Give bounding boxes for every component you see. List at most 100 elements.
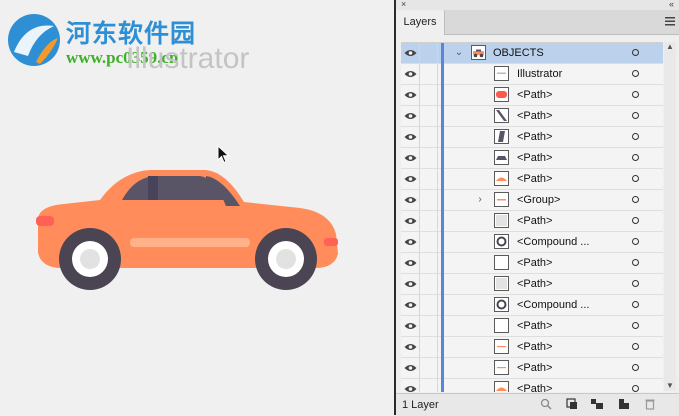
target-circle-icon[interactable] xyxy=(632,238,639,245)
target-circle-icon[interactable] xyxy=(632,322,639,329)
layer-row[interactable]: <Path> xyxy=(401,106,663,127)
layer-label[interactable]: <Path> xyxy=(517,89,552,101)
layer-label[interactable]: <Path> xyxy=(517,131,552,143)
layer-label[interactable]: <Path> xyxy=(517,362,552,374)
visibility-eye-icon[interactable] xyxy=(404,153,417,163)
layer-row[interactable]: <Path> xyxy=(401,148,663,169)
lock-column[interactable] xyxy=(437,358,438,379)
visibility-eye-icon[interactable] xyxy=(404,363,417,373)
target-circle-icon[interactable] xyxy=(632,364,639,371)
layer-label[interactable]: <Path> xyxy=(517,110,552,122)
visibility-eye-icon[interactable] xyxy=(404,321,417,331)
tab-layers[interactable]: Layers xyxy=(396,10,445,35)
layer-label[interactable]: <Path> xyxy=(517,278,552,290)
scroll-up-icon[interactable]: ▲ xyxy=(664,42,676,52)
layer-row[interactable]: <Path> xyxy=(401,274,663,295)
car-illustration[interactable] xyxy=(30,160,350,295)
target-circle-icon[interactable] xyxy=(632,49,639,56)
layer-row[interactable]: <Path> xyxy=(401,127,663,148)
visibility-eye-icon[interactable] xyxy=(404,195,417,205)
layer-row[interactable]: <Path> xyxy=(401,316,663,337)
lock-column[interactable] xyxy=(437,274,438,295)
layer-label[interactable]: OBJECTS xyxy=(493,47,544,59)
target-circle-icon[interactable] xyxy=(632,217,639,224)
visibility-eye-icon[interactable] xyxy=(404,174,417,184)
layer-label[interactable]: <Path> xyxy=(517,320,552,332)
visibility-eye-icon[interactable] xyxy=(404,279,417,289)
visibility-eye-icon[interactable] xyxy=(404,237,417,247)
layer-label[interactable]: <Path> xyxy=(517,173,552,185)
collapse-panel-icon[interactable]: « xyxy=(669,0,674,9)
lock-column[interactable] xyxy=(437,211,438,232)
target-circle-icon[interactable] xyxy=(632,196,639,203)
target-circle-icon[interactable] xyxy=(632,112,639,119)
expand-chevron-icon[interactable]: ⌄ xyxy=(454,47,464,58)
lock-column[interactable] xyxy=(437,295,438,316)
panel-menu-icon[interactable] xyxy=(665,16,675,26)
expand-chevron-icon[interactable]: › xyxy=(475,194,485,205)
lock-column[interactable] xyxy=(437,106,438,127)
layer-row[interactable]: <Path> xyxy=(401,211,663,232)
target-circle-icon[interactable] xyxy=(632,301,639,308)
target-circle-icon[interactable] xyxy=(632,259,639,266)
layer-row[interactable]: <Path> xyxy=(401,85,663,106)
layers-scrollbar[interactable]: ▲ ▼ xyxy=(664,42,676,391)
target-circle-icon[interactable] xyxy=(632,70,639,77)
layer-row[interactable]: <Path> xyxy=(401,337,663,358)
lock-column[interactable] xyxy=(437,127,438,148)
lock-column[interactable] xyxy=(437,253,438,274)
visibility-eye-icon[interactable] xyxy=(404,384,417,392)
visibility-eye-icon[interactable] xyxy=(404,132,417,142)
lock-column[interactable] xyxy=(437,64,438,85)
layer-row[interactable]: <Path> xyxy=(401,253,663,274)
visibility-eye-icon[interactable] xyxy=(404,300,417,310)
visibility-eye-icon[interactable] xyxy=(404,69,417,79)
lock-column[interactable] xyxy=(437,85,438,106)
layer-row[interactable]: Illustrator xyxy=(401,64,663,85)
target-circle-icon[interactable] xyxy=(632,133,639,140)
visibility-eye-icon[interactable] xyxy=(404,342,417,352)
make-clipping-mask-icon[interactable] xyxy=(566,398,578,410)
lock-column[interactable] xyxy=(437,232,438,253)
lock-column[interactable] xyxy=(437,148,438,169)
layer-label[interactable]: <Path> xyxy=(517,215,552,227)
layer-row[interactable]: <Path> xyxy=(401,358,663,379)
lock-column[interactable] xyxy=(437,337,438,358)
layer-label[interactable]: <Compound ... xyxy=(517,299,589,311)
locate-object-icon[interactable] xyxy=(540,398,552,410)
layer-label[interactable]: <Compound ... xyxy=(517,236,589,248)
layer-label[interactable]: <Path> xyxy=(517,383,552,392)
layer-label[interactable]: Illustrator xyxy=(517,68,562,80)
visibility-eye-icon[interactable] xyxy=(404,48,417,58)
lock-column[interactable] xyxy=(437,316,438,337)
target-circle-icon[interactable] xyxy=(632,280,639,287)
layer-row[interactable]: › <Group> xyxy=(401,190,663,211)
create-sublayer-icon[interactable] xyxy=(591,398,603,410)
visibility-eye-icon[interactable] xyxy=(404,258,417,268)
layer-label[interactable]: <Path> xyxy=(517,341,552,353)
create-new-layer-icon[interactable] xyxy=(618,398,630,410)
layer-row-objects[interactable]: ⌄ OBJECTS xyxy=(401,43,663,64)
lock-column[interactable] xyxy=(437,43,438,64)
target-circle-icon[interactable] xyxy=(632,154,639,161)
target-circle-icon[interactable] xyxy=(632,385,639,392)
close-panel-icon[interactable]: × xyxy=(401,0,406,9)
layer-label[interactable]: <Path> xyxy=(517,257,552,269)
lock-column[interactable] xyxy=(437,379,438,392)
target-circle-icon[interactable] xyxy=(632,343,639,350)
lock-column[interactable] xyxy=(437,190,438,211)
visibility-eye-icon[interactable] xyxy=(404,216,417,226)
visibility-eye-icon[interactable] xyxy=(404,111,417,121)
visibility-eye-icon[interactable] xyxy=(404,90,417,100)
lock-column[interactable] xyxy=(437,169,438,190)
layer-row[interactable]: <Path> xyxy=(401,169,663,190)
layer-row[interactable]: <Path> xyxy=(401,379,663,392)
layer-row[interactable]: <Compound ... xyxy=(401,232,663,253)
target-circle-icon[interactable] xyxy=(632,91,639,98)
target-circle-icon[interactable] xyxy=(632,175,639,182)
layer-label[interactable]: <Path> xyxy=(517,152,552,164)
canvas-text-object[interactable]: Illustrator xyxy=(126,42,249,76)
layer-label[interactable]: <Group> xyxy=(517,194,560,206)
scroll-down-icon[interactable]: ▼ xyxy=(664,381,676,391)
delete-layer-icon[interactable] xyxy=(644,398,656,410)
